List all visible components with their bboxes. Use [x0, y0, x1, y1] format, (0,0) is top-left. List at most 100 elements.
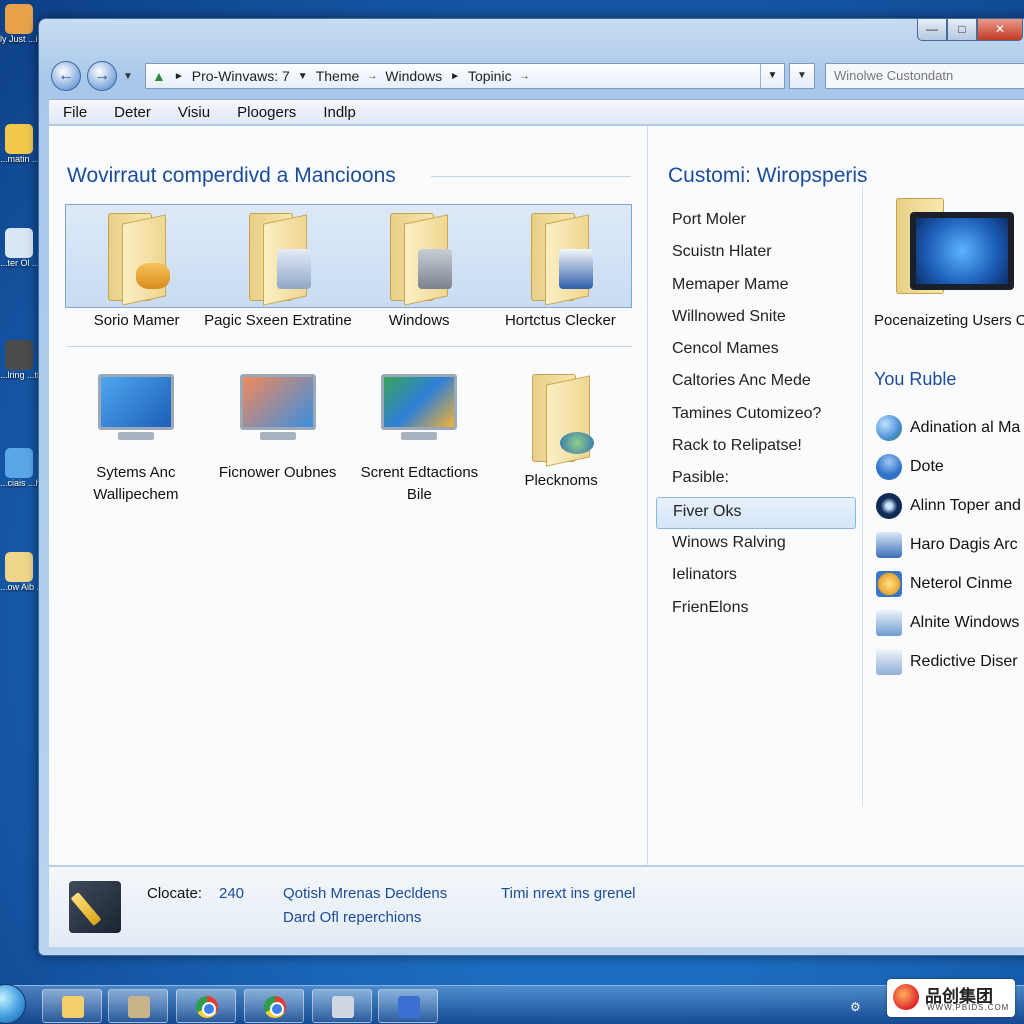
chrome-icon [196, 996, 218, 1018]
display-icon [876, 648, 902, 675]
tile-pagic-sxeen[interactable]: Pagic Sxeen Extratine [204, 205, 352, 329]
refresh-button[interactable]: ▼ [789, 63, 815, 89]
folder-tools-icon [248, 209, 311, 306]
nav-list-item[interactable]: Cencol Mames [656, 335, 856, 367]
related-link-label: Dote [910, 457, 944, 475]
tile-scrent-edtactions[interactable]: Scrent Edtactions Bile [349, 366, 491, 506]
taskbar-button-remote-desktop[interactable] [378, 989, 438, 1023]
menu-item-tools[interactable]: Ploogers [237, 104, 296, 121]
start-button[interactable] [0, 984, 26, 1024]
nav-list-item[interactable]: Caltories Anc Mede [656, 367, 856, 399]
related-link[interactable]: Alnite Windows [876, 603, 1021, 642]
tile-label: Plecknoms [524, 472, 598, 489]
desktop-shortcut-1[interactable]: ly Just ...ippen [0, 4, 38, 45]
breadcrumb-segment[interactable]: Theme [316, 68, 360, 84]
nav-list-item[interactable]: Port Moler [656, 206, 856, 238]
related-link-label: Haro Dagis Arc [910, 535, 1018, 553]
related-link[interactable]: Haro Dagis Arc [876, 525, 1021, 564]
breadcrumb-segment[interactable]: Windows [385, 68, 442, 84]
explorer-icon [62, 996, 84, 1018]
menu-item-file[interactable]: File [63, 104, 87, 121]
paint-icon [332, 996, 354, 1018]
close-button[interactable]: ✕ [977, 19, 1023, 41]
brand-logo-icon [893, 984, 919, 1010]
chevron-right-icon: ► [173, 70, 184, 82]
desktop-shortcut-label: ...ter Ol ...su [0, 258, 38, 268]
desktop-shortcut-4[interactable]: ...lring ...tima [0, 340, 38, 381]
image-viewer-icon [128, 996, 150, 1018]
nav-list-item[interactable]: Pasible: [656, 464, 856, 496]
right-pane-title: Customi: Wiropsperis [668, 164, 868, 187]
related-link[interactable]: Adination al Ma [876, 408, 1021, 447]
related-link-label: Alnite Windows [910, 613, 1020, 631]
taskbar-button-chrome-2[interactable] [244, 989, 304, 1023]
nav-list-item-selected[interactable]: Fiver Oks [656, 496, 856, 529]
nav-list-item[interactable]: Rack to Relipatse! [656, 432, 856, 464]
menu-item-help[interactable]: Indlp [323, 104, 356, 121]
status-value: 240 [219, 885, 245, 902]
window-icon [876, 609, 902, 636]
app-icon [5, 228, 33, 258]
taskbar-button-chrome[interactable] [176, 989, 236, 1023]
pane-divider [862, 186, 863, 806]
menu-item-view[interactable]: Visiu [178, 104, 210, 121]
related-link[interactable]: Neterol Cinme [876, 564, 1021, 603]
taskbar-button-explorer[interactable] [42, 989, 102, 1023]
tile-hortctus-clecker[interactable]: Hortctus Clecker [490, 205, 631, 329]
nav-list-item[interactable]: Winows Ralving [656, 529, 856, 561]
tile-row: Sytems Anc Wallipechem Ficnower Oubnes S… [65, 366, 632, 506]
tile-windows[interactable]: Windows [349, 205, 490, 329]
nav-list-item[interactable]: Ielinators [656, 561, 856, 593]
related-link-label: Alinn Toper and [910, 496, 1021, 514]
minimize-button[interactable]: — [917, 19, 947, 41]
search-input[interactable]: Winolwe Custondatn [825, 63, 1024, 89]
taskbar-button-image-viewer[interactable] [108, 989, 168, 1023]
tray-settings-icon[interactable]: ⚙ [850, 1000, 861, 1014]
related-link[interactable]: Redictive Diser [876, 642, 1021, 681]
subsection-title: You Ruble [874, 369, 957, 389]
address-dropdown-icon[interactable]: ▼ [760, 64, 784, 88]
monitor-preview-icon [874, 198, 1024, 302]
folder-icon [5, 552, 33, 582]
nav-list-item[interactable]: Tamines Cutomizeo? [656, 400, 856, 432]
tile-plecknoms[interactable]: Plecknoms [490, 366, 632, 506]
tile-sytems-wallipechem[interactable]: Sytems Anc Wallipechem [65, 366, 207, 506]
people-icon [876, 531, 902, 558]
folder-device-icon [532, 370, 595, 467]
nav-list-item[interactable]: Scuistn Hlater [656, 238, 856, 270]
content-area: Wovirraut comperdivd a Mancioons Sorio M… [49, 126, 1024, 866]
breadcrumb-segment[interactable]: Pro-Winvaws: 7 [192, 68, 290, 84]
user-preview-card[interactable]: Pocenaizeting Users Cineck [874, 198, 1024, 332]
monitor-cursor-icon [236, 368, 320, 454]
menu-bar: File Deter Visiu Ploogers Indlp [49, 99, 1024, 125]
network-icon [5, 448, 33, 478]
forward-arrow-icon[interactable]: → [87, 61, 117, 91]
desktop-shortcut-5[interactable]: ...ciais ...hel [0, 448, 38, 489]
desktop-shortcut-3[interactable]: ...ter Ol ...su [0, 228, 38, 269]
maximize-button[interactable]: □ [947, 19, 977, 41]
chrome-icon [264, 996, 286, 1018]
nav-list-item[interactable]: Willnowed Snite [656, 303, 856, 335]
desktop-shortcut-2[interactable]: ...matin ...gna [0, 124, 38, 165]
details-pane: Clocate: 240 Qotish Mrenas Decldens Dard… [49, 867, 1024, 947]
related-link[interactable]: Alinn Toper and [876, 486, 1021, 525]
related-link[interactable]: Dote [876, 447, 1021, 486]
tile-ficnower-oubnes[interactable]: Ficnower Oubnes [207, 366, 349, 506]
desktop-shortcut-label: ly Just ...ippen [0, 34, 38, 44]
address-bar[interactable]: ▲ ► Pro-Winvaws: 7 ▼ Theme → Windows ► T… [145, 63, 785, 89]
chevron-down-icon[interactable]: ▼ [298, 71, 308, 82]
section-title: Wovirraut comperdivd a Mancioons [67, 164, 396, 187]
desktop-shortcut-label: ...ciais ...hel [0, 478, 38, 488]
back-arrow-icon[interactable]: ← [51, 61, 81, 91]
status-detail: Timi nrext ins grenel [501, 885, 636, 902]
recent-pages-chevron-icon[interactable]: ▼ [123, 71, 137, 82]
tile-sorio-mamer[interactable]: Sorio Mamer [66, 205, 207, 329]
nav-list-item[interactable]: Memaper Mame [656, 271, 856, 303]
divider [431, 176, 631, 177]
tile-label: Windows [388, 312, 450, 329]
nav-list-item[interactable]: FrienElons [656, 594, 856, 626]
breadcrumb-segment[interactable]: Topinic [468, 68, 512, 84]
desktop-shortcut-6[interactable]: ...ow Aib ...Bille [0, 552, 38, 593]
menu-item-edit[interactable]: Deter [114, 104, 151, 121]
taskbar-button-paint[interactable] [312, 989, 372, 1023]
